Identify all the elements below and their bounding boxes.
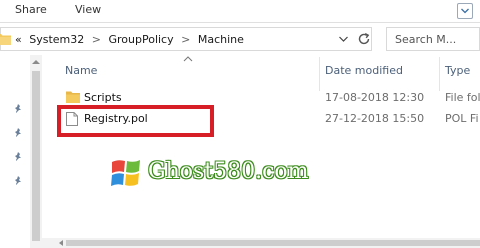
- breadcrumb-grouppolicy[interactable]: GroupPolicy: [108, 33, 173, 46]
- pin-icon[interactable]: [12, 151, 24, 163]
- breadcrumb-system32[interactable]: System32: [29, 33, 84, 46]
- address-bar[interactable]: « System32 > GroupPolicy > Machine: [0, 27, 372, 51]
- pin-icon[interactable]: [12, 103, 24, 115]
- search-input[interactable]: Search M...: [386, 27, 480, 51]
- navigation-pane: [0, 55, 30, 248]
- folder-icon: [0, 34, 11, 45]
- windows-logo-icon: [111, 160, 140, 186]
- column-header-type[interactable]: Type: [445, 64, 470, 77]
- pin-icon[interactable]: [12, 127, 24, 139]
- address-dropdown-icon[interactable]: [339, 36, 348, 42]
- pin-icon[interactable]: [12, 175, 24, 187]
- chevron-down-icon: [461, 8, 469, 14]
- scrollbar-thumb[interactable]: [66, 240, 480, 246]
- scroll-left-icon[interactable]: [58, 240, 64, 246]
- tab-view[interactable]: View: [75, 3, 101, 16]
- file-date: 27-12-2018 15:50: [325, 112, 425, 125]
- watermark-text: Ghost580.com: [148, 159, 309, 184]
- ribbon-divider: [0, 22, 480, 23]
- vertical-scrollbar[interactable]: [30, 55, 42, 248]
- scrollbar-thumb[interactable]: [32, 71, 40, 241]
- tab-share[interactable]: Share: [15, 3, 47, 16]
- breadcrumb-overflow[interactable]: «: [15, 33, 22, 46]
- file-type: File fol: [445, 91, 480, 104]
- breadcrumb: « System32 > GroupPolicy > Machine: [15, 33, 244, 46]
- column-divider[interactable]: [319, 57, 320, 91]
- column-divider[interactable]: [439, 57, 440, 91]
- breadcrumb-separator[interactable]: >: [181, 33, 190, 46]
- watermark: Ghost580.com: [110, 158, 350, 190]
- highlight-annotation: [57, 105, 214, 137]
- expand-ribbon-button[interactable]: [457, 3, 473, 19]
- ribbon: Share View: [0, 0, 480, 22]
- file-date: 17-08-2018 12:30: [325, 91, 425, 104]
- column-header-name[interactable]: Name: [65, 64, 97, 77]
- breadcrumb-machine[interactable]: Machine: [198, 33, 244, 46]
- file-type: POL Fi: [445, 112, 479, 125]
- horizontal-scrollbar[interactable]: [42, 238, 480, 248]
- file-name: Scripts: [84, 91, 122, 104]
- sort-ascending-icon: [183, 56, 193, 62]
- folder-icon: [66, 91, 80, 103]
- breadcrumb-separator[interactable]: >: [92, 33, 101, 46]
- column-header-date-modified[interactable]: Date modified: [325, 64, 403, 77]
- scroll-up-icon[interactable]: [32, 59, 40, 65]
- search-placeholder: Search M...: [395, 33, 457, 46]
- refresh-icon[interactable]: [356, 31, 372, 47]
